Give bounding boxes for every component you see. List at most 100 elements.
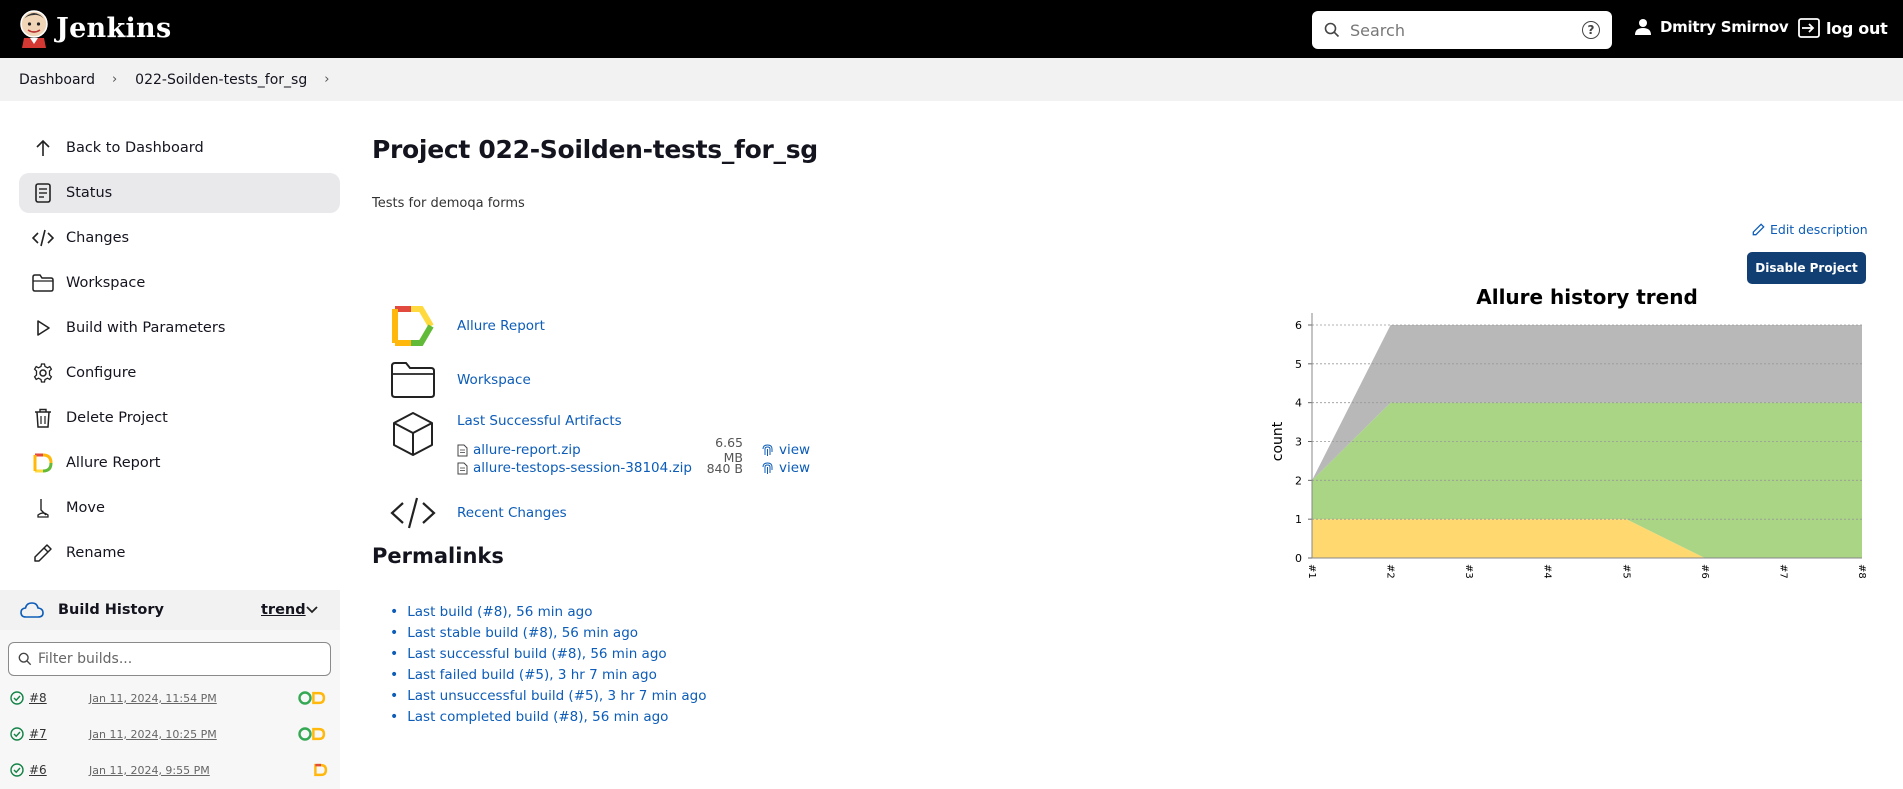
build-badges	[298, 727, 326, 741]
permalink-last-failed-build[interactable]: Last failed build (#5), 3 hr 7 min ago	[407, 667, 657, 683]
trend-link[interactable]: trend	[261, 602, 306, 618]
logout-label: log out	[1826, 18, 1888, 38]
build-history-title: Build History	[58, 602, 164, 618]
build-date-link[interactable]: Jan 11, 2024, 10:25 PM	[89, 728, 289, 741]
permalink-item: Last unsuccessful build (#5), 3 hr 7 min…	[390, 685, 706, 706]
allure-icon[interactable]	[314, 763, 328, 777]
artifact-link[interactable]: allure-testops-session-38104.zip	[473, 460, 693, 476]
user-name: Dmitry Smirnov	[1660, 18, 1789, 36]
task-label[interactable]: Configure	[66, 365, 136, 381]
pencil-icon	[1752, 223, 1765, 236]
task-build-with-parameters[interactable]: Build with Parameters	[19, 308, 340, 348]
view-label: view	[779, 460, 811, 476]
play-icon	[31, 316, 55, 340]
permalink-last-successful-build[interactable]: Last successful build (#8), 56 min ago	[407, 646, 666, 662]
jenkins-logo[interactable]: Jenkins	[18, 8, 171, 48]
view-label: view	[779, 442, 811, 458]
workspace-link[interactable]: Workspace	[457, 372, 531, 388]
task-status[interactable]: Status	[19, 173, 340, 213]
permalink-item: Last failed build (#5), 3 hr 7 min ago	[390, 664, 706, 685]
logout-link[interactable]: log out	[1798, 18, 1888, 38]
allure-icon[interactable]	[312, 691, 326, 705]
chart-y-tick-label: 4	[1295, 397, 1302, 410]
breadcrumb-dashboard[interactable]: Dashboard	[19, 72, 95, 88]
edit-description-link[interactable]: Edit description	[1752, 222, 1868, 237]
search-input[interactable]	[1350, 20, 1582, 40]
task-label[interactable]: Build with Parameters	[66, 320, 225, 336]
success-check-icon	[10, 763, 24, 777]
search-icon	[18, 652, 32, 666]
build-row[interactable]: #8 Jan 11, 2024, 11:54 PM	[0, 680, 340, 716]
chevron-right-icon[interactable]: ›	[324, 72, 329, 87]
side-panel: Back to Dashboard Status Changes Workspa…	[19, 128, 340, 578]
task-changes[interactable]: Changes	[19, 218, 340, 258]
move-icon	[31, 496, 55, 520]
allure-report-link-row: Allure Report	[389, 302, 545, 350]
recent-changes-link[interactable]: Recent Changes	[457, 505, 567, 521]
build-row[interactable]: #7 Jan 11, 2024, 10:25 PM	[0, 716, 340, 752]
user-menu[interactable]: Dmitry Smirnov	[1634, 18, 1789, 36]
build-number-link[interactable]: #8	[29, 691, 79, 705]
breadcrumb: Dashboard › 022-Soilden-tests_for_sg ›	[0, 58, 1903, 101]
allure-report-link[interactable]: Allure Report	[457, 318, 545, 334]
folder-icon	[389, 356, 437, 404]
code-icon	[389, 489, 437, 537]
build-number-link[interactable]: #6	[29, 763, 79, 777]
fingerprint-icon	[762, 444, 773, 456]
view-artifact-link[interactable]: view	[761, 442, 810, 458]
user-icon	[1635, 19, 1651, 35]
task-move[interactable]: Move	[19, 488, 340, 528]
allure-testops-icon[interactable]	[298, 691, 312, 705]
build-date-link[interactable]: Jan 11, 2024, 11:54 PM	[89, 692, 289, 705]
document-icon	[31, 181, 55, 205]
chart-y-tick-label: 6	[1295, 319, 1302, 332]
task-workspace[interactable]: Workspace	[19, 263, 340, 303]
fingerprint-icon	[762, 462, 773, 474]
task-allure-report[interactable]: Allure Report	[19, 443, 340, 483]
page-title: Project 022-Soilden-tests_for_sg	[372, 135, 818, 164]
task-delete-project[interactable]: Delete Project	[19, 398, 340, 438]
last-successful-artifacts-link[interactable]: Last Successful Artifacts	[457, 413, 622, 429]
breadcrumb-project[interactable]: 022-Soilden-tests_for_sg	[135, 72, 307, 88]
file-icon	[457, 462, 468, 474]
workspace-link-row: Workspace	[389, 356, 531, 404]
task-label[interactable]: Changes	[66, 230, 129, 246]
folder-icon	[31, 271, 55, 295]
search-icon	[1324, 22, 1340, 38]
permalink-last-build[interactable]: Last build (#8), 56 min ago	[407, 604, 592, 620]
task-configure[interactable]: Configure	[19, 353, 340, 393]
filter-builds-input[interactable]	[38, 651, 330, 667]
permalink-last-completed-build[interactable]: Last completed build (#8), 56 min ago	[407, 709, 668, 725]
pencil-icon	[31, 541, 55, 565]
allure-icon	[31, 451, 55, 475]
artifact-size: 840 B	[706, 460, 743, 476]
chevron-down-icon[interactable]	[306, 606, 318, 614]
chart-x-tick-label: #4	[1542, 564, 1553, 579]
allure-logo-icon	[389, 302, 437, 350]
task-label[interactable]: Status	[66, 185, 112, 201]
permalink-last-unsuccessful-build[interactable]: Last unsuccessful build (#5), 3 hr 7 min…	[407, 688, 706, 704]
task-label[interactable]: Move	[66, 500, 105, 516]
artifact-item: allure-testops-session-38104.zip 840 B v…	[457, 460, 817, 476]
build-date-link[interactable]: Jan 11, 2024, 9:55 PM	[89, 764, 289, 777]
allure-history-trend-chart[interactable]: Allure history trend 0 1 2 3 4 5 6 #1 #2 #3 #4 #5 #6 #…	[1264, 280, 1874, 590]
build-row[interactable]: #6 Jan 11, 2024, 9:55 PM	[0, 752, 340, 788]
allure-testops-icon[interactable]	[298, 727, 312, 741]
build-number-link[interactable]: #7	[29, 727, 79, 741]
task-label[interactable]: Allure Report	[66, 455, 160, 471]
permalink-last-stable-build[interactable]: Last stable build (#8), 56 min ago	[407, 625, 638, 641]
task-label[interactable]: Workspace	[66, 275, 145, 291]
task-label[interactable]: Back to Dashboard	[66, 140, 204, 156]
task-label[interactable]: Rename	[66, 545, 125, 561]
package-icon	[389, 410, 437, 458]
help-icon[interactable]: ?	[1582, 21, 1600, 39]
chart-y-tick-label: 0	[1295, 552, 1302, 565]
chart-y-tick-label: 2	[1295, 474, 1302, 487]
allure-icon[interactable]	[312, 727, 326, 741]
task-back-to-dashboard[interactable]: Back to Dashboard	[19, 128, 340, 168]
view-artifact-link[interactable]: view	[761, 460, 810, 476]
artifact-link[interactable]: allure-report.zip	[473, 442, 693, 458]
task-label[interactable]: Delete Project	[66, 410, 168, 426]
edit-description-label: Edit description	[1770, 222, 1868, 237]
task-rename[interactable]: Rename	[19, 533, 340, 573]
